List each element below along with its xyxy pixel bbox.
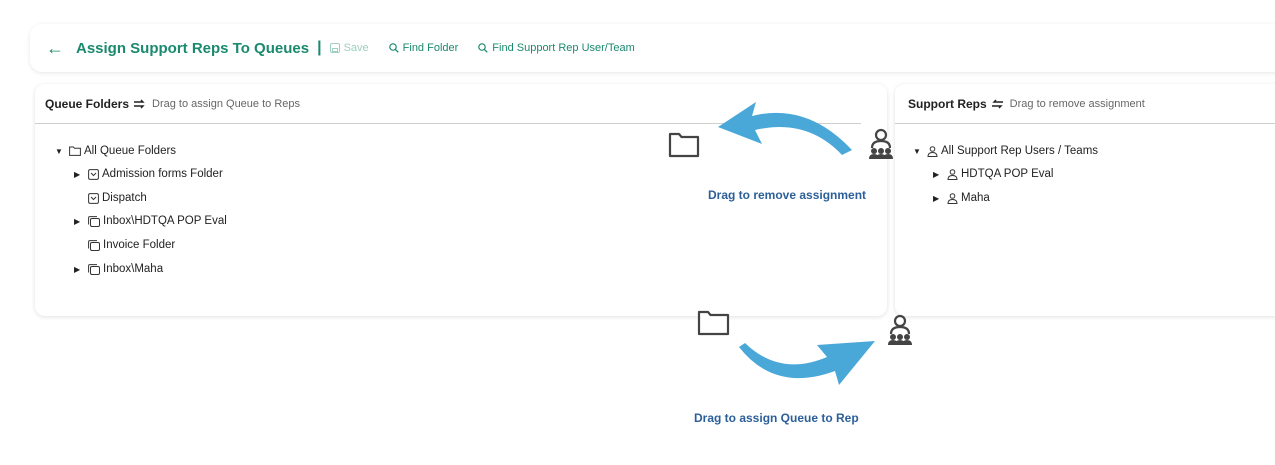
support-reps-header: Support Reps Drag to remove assignment — [895, 84, 1275, 124]
search-icon — [478, 43, 489, 53]
find-folder-button[interactable]: Find Folder — [388, 42, 459, 54]
search-icon — [388, 43, 399, 53]
tree-label: Inbox\Maha — [103, 263, 164, 275]
find-support-rep-label: Find Support Rep User/Team — [492, 42, 635, 54]
tree-node-rep[interactable]: ▶ Maha — [933, 190, 990, 206]
tree-node-all-support-reps[interactable]: ▼ All Support Rep Users / Teams — [913, 143, 1098, 159]
tree-label: HDTQA POP Eval — [961, 168, 1054, 180]
tree-node-folder[interactable]: ▶ Inbox\HDTQA POP Eval — [74, 213, 227, 229]
inbox-folder-icon — [88, 192, 99, 204]
save-icon — [329, 43, 340, 53]
curved-arrow-left-icon — [718, 102, 852, 155]
expanded-caret-icon[interactable]: ▼ — [913, 147, 927, 156]
tree-node-folder[interactable]: Dispatch — [88, 190, 147, 206]
stacked-folder-icon — [88, 239, 100, 251]
stacked-folder-icon — [88, 215, 100, 227]
tree-label: All Support Rep Users / Teams — [941, 145, 1099, 157]
tree-label: All Queue Folders — [84, 145, 177, 157]
tree-label: Inbox\HDTQA POP Eval — [103, 215, 227, 227]
folder-icon — [668, 132, 700, 158]
back-arrow-icon[interactable]: ← — [46, 38, 64, 59]
folder-icon — [69, 146, 81, 156]
inbox-folder-icon — [88, 168, 99, 180]
assign-queue-caption: Drag to assign Queue to Rep — [694, 411, 859, 425]
tree-node-folder[interactable]: ▶ Inbox\Maha — [74, 261, 163, 277]
remove-assignment-caption: Drag to remove assignment — [708, 188, 867, 202]
find-folder-label: Find Folder — [402, 42, 459, 54]
expanded-caret-icon[interactable]: ▼ — [55, 147, 69, 156]
team-person-icon — [869, 128, 893, 159]
tree-label: Maha — [961, 192, 990, 204]
support-reps-title: Support Reps — [908, 96, 987, 111]
page-title: Assign Support Reps To Queues — [76, 39, 310, 57]
swap-arrows-icon — [991, 99, 1003, 108]
tree-label: Dispatch — [102, 192, 147, 204]
collapsed-caret-icon[interactable]: ▶ — [74, 265, 88, 274]
page-header: ← Assign Support Reps To Queues | Save F… — [30, 24, 1275, 72]
folder-icon — [697, 310, 730, 336]
collapsed-caret-icon[interactable]: ▶ — [74, 170, 88, 179]
team-icon — [947, 168, 958, 180]
tree-label: Invoice Folder — [103, 239, 176, 251]
swap-arrows-icon — [134, 99, 145, 108]
queue-folders-title: Queue Folders — [45, 96, 130, 111]
queue-folders-hint: Drag to assign Queue to Reps — [152, 97, 301, 110]
tree-node-folder[interactable]: ▶ Admission forms Folder — [74, 166, 223, 182]
tree-node-folder[interactable]: Invoice Folder — [88, 237, 175, 253]
title-separator: | — [317, 39, 322, 56]
save-button[interactable]: Save — [329, 42, 369, 54]
support-reps-hint: Drag to remove assignment — [1009, 97, 1145, 110]
tree-node-rep[interactable]: ▶ HDTQA POP Eval — [933, 166, 1053, 182]
curved-arrow-right-icon — [739, 341, 875, 385]
team-icon — [947, 192, 958, 204]
stacked-folder-icon — [88, 263, 100, 275]
tree-node-all-queue-folders[interactable]: ▼ All Queue Folders — [55, 143, 176, 159]
tree-label: Admission forms Folder — [102, 168, 223, 180]
collapsed-caret-icon[interactable]: ▶ — [74, 217, 88, 226]
team-person-icon — [888, 314, 912, 345]
team-icon — [927, 145, 938, 157]
collapsed-caret-icon[interactable]: ▶ — [933, 170, 947, 179]
find-support-rep-button[interactable]: Find Support Rep User/Team — [478, 42, 635, 54]
save-label: Save — [343, 42, 369, 54]
collapsed-caret-icon[interactable]: ▶ — [933, 194, 947, 203]
